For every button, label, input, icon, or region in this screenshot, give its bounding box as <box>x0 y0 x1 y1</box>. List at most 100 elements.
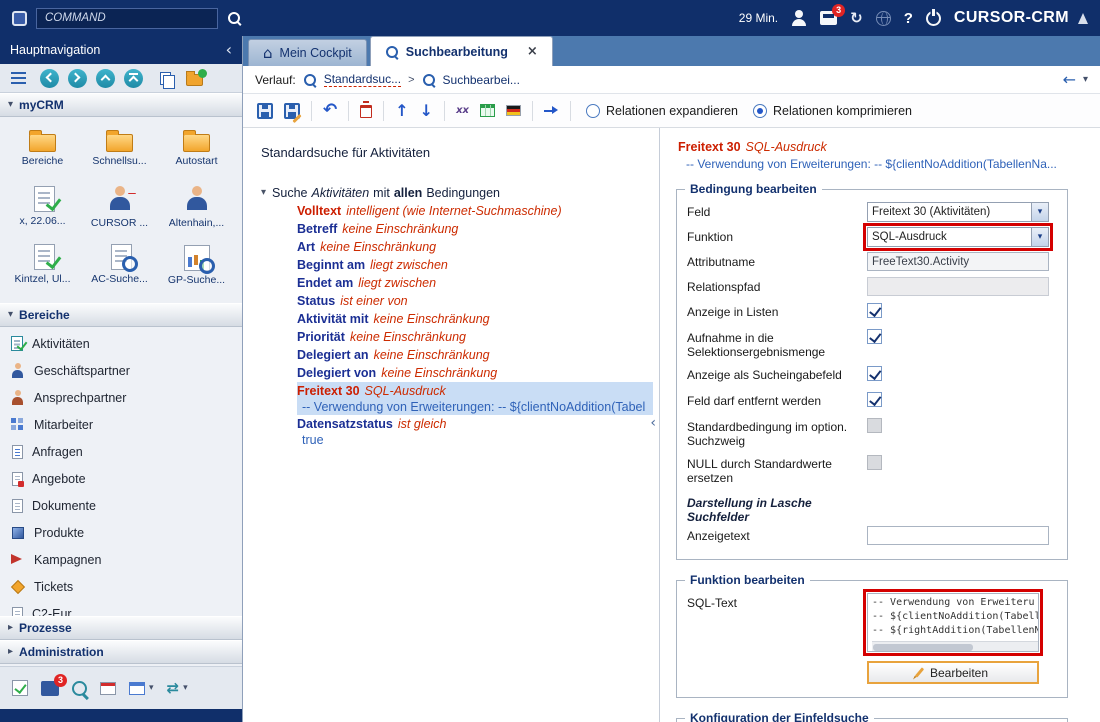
rename-icon[interactable]: xx <box>456 106 469 116</box>
funktion-select[interactable]: SQL-Ausdruck ▾ <box>867 227 1049 247</box>
sidebar-item[interactable]: Aktivitäten <box>0 330 242 357</box>
mycrm-item-icon <box>183 134 210 152</box>
dropdown-arrow-icon[interactable]: ▾ <box>1031 228 1048 246</box>
tab-suchbearbeitung[interactable]: Suchbearbeitung × <box>370 36 553 66</box>
tree-condition-row[interactable]: Beginnt amliegt zwischen <box>297 256 653 274</box>
tab-mein-cockpit[interactable]: ⌂ Mein Cockpit <box>248 39 367 66</box>
sidebar-item[interactable]: Mitarbeiter <box>0 411 242 438</box>
language-flag-icon[interactable] <box>506 105 521 116</box>
section-header-bereiche[interactable]: ▾ Bereiche <box>0 303 242 327</box>
section-header-administration[interactable]: ▸ Administration <box>0 640 242 664</box>
mycrm-item[interactable]: x, 22.06... <box>4 181 81 239</box>
move-down-icon[interactable]: ↓ <box>420 103 433 119</box>
web-search-icon[interactable] <box>72 681 87 696</box>
device-icon[interactable]: 3 <box>41 681 59 696</box>
help-icon[interactable]: ? <box>904 10 913 27</box>
move-up-icon[interactable]: ↑ <box>395 103 408 119</box>
tree-condition-row[interactable]: Aktivität mitkeine Einschränkung <box>297 310 653 328</box>
sidebar-item[interactable]: Anfragen <box>0 438 242 465</box>
sql-text-area[interactable]: -- Verwendung von Erweiteru-- ${clientNo… <box>867 593 1039 652</box>
tasks-icon[interactable] <box>12 680 28 696</box>
history-dropdown-icon[interactable]: ▾ <box>1083 75 1088 85</box>
sidebar-item[interactable]: C2-Eur... <box>0 600 242 616</box>
mycrm-item[interactable]: AC-Suche... <box>81 239 158 297</box>
tree-condition-row[interactable]: Artkeine Einschränkung <box>297 238 653 256</box>
sync-icon[interactable]: ⇄ <box>167 681 180 696</box>
dropdown-icon[interactable]: ▾ <box>183 684 188 693</box>
logout-icon[interactable] <box>926 11 941 26</box>
nav-up-icon[interactable] <box>96 69 115 88</box>
radio-relationen-expandieren[interactable]: Relationen expandieren <box>586 104 738 118</box>
user-icon[interactable] <box>791 10 807 26</box>
tree-condition-row[interactable]: Delegiert ankeine Einschränkung <box>297 346 653 364</box>
sidebar-item[interactable]: Kampagnen <box>0 546 242 573</box>
tree-condition-row[interactable]: Endet amliegt zwischen <box>297 274 653 292</box>
notifications-icon[interactable]: 3 <box>820 11 837 25</box>
command-input[interactable] <box>36 8 218 29</box>
checkbox[interactable] <box>867 455 882 470</box>
sidebar-item[interactable]: Angebote <box>0 465 242 492</box>
mycrm-item[interactable]: Bereiche <box>4 123 81 181</box>
sidebar-item[interactable]: Produkte <box>0 519 242 546</box>
sidebar-item[interactable]: Dokumente <box>0 492 242 519</box>
close-tab-icon[interactable]: × <box>527 45 538 58</box>
tree-condition-row[interactable]: Delegiert vonkeine Einschränkung <box>297 364 653 382</box>
bearbeiten-button[interactable]: Bearbeiten <box>867 661 1039 684</box>
section-header-prozesse[interactable]: ▸ Prozesse <box>0 616 242 640</box>
copy-icon[interactable] <box>160 72 171 85</box>
breadcrumb-item-standardsuche[interactable]: Standardsuc... <box>324 72 401 87</box>
mycrm-item[interactable]: Kintzel, Ul... <box>4 239 81 297</box>
mycrm-grid: Bereiche Schnellsu... Autostart x, 22.06… <box>0 117 242 303</box>
feld-select[interactable]: Freitext 30 (Aktivitäten) ▾ <box>867 202 1049 222</box>
checkbox[interactable] <box>867 366 882 381</box>
tree-condition-row[interactable]: Datensatzstatusist gleich true <box>297 415 653 448</box>
tree-condition-row[interactable]: Betreffkeine Einschränkung <box>297 220 653 238</box>
collapse-sidebar-icon[interactable]: ‹ <box>226 42 232 58</box>
nav-forward-icon[interactable] <box>68 69 87 88</box>
save-as-icon[interactable] <box>284 103 300 119</box>
tree-toggle-icon[interactable]: ▾ <box>261 188 266 198</box>
anzeigetext-input[interactable] <box>867 526 1049 545</box>
horizontal-scrollbar[interactable] <box>872 641 1038 651</box>
new-folder-icon[interactable] <box>186 74 203 86</box>
globe-icon[interactable] <box>876 11 891 26</box>
nav-back-icon[interactable] <box>40 69 59 88</box>
refresh-icon[interactable]: ↻ <box>850 11 863 26</box>
section-header-mycrm[interactable]: ▾ myCRM <box>0 93 242 117</box>
tree-condition-row[interactable]: Freitext 30SQL-Ausdruck -- Verwendung vo… <box>297 382 653 415</box>
delete-icon[interactable] <box>360 105 372 118</box>
dropdown-icon[interactable]: ▾ <box>149 684 154 693</box>
checkbox[interactable] <box>867 329 882 344</box>
mycrm-item[interactable]: Schnellsu... <box>81 123 158 181</box>
pin-icon[interactable] <box>544 105 559 117</box>
save-icon[interactable] <box>257 103 273 119</box>
menu-icon[interactable] <box>11 72 26 75</box>
tree-condition-row[interactable]: Statusist einer von <box>297 292 653 310</box>
mycrm-item[interactable]: Altenhain,... <box>158 181 235 239</box>
sidebar-item[interactable]: Ansprechpartner <box>0 384 242 411</box>
condition-field-name: Endet am <box>297 276 353 290</box>
mycrm-item[interactable]: Autostart <box>158 123 235 181</box>
undo-icon[interactable]: ↶ <box>323 102 337 119</box>
radio-relationen-komprimieren[interactable]: Relationen komprimieren <box>753 104 912 118</box>
tree-condition-row[interactable]: Prioritätkeine Einschränkung <box>297 328 653 346</box>
collapse-panel-icon[interactable]: ‹ <box>650 416 656 430</box>
new-window-icon[interactable] <box>129 682 145 695</box>
checkbox[interactable] <box>867 418 882 433</box>
checkbox[interactable] <box>867 303 882 318</box>
nav-home-icon[interactable] <box>124 69 143 88</box>
result-table-icon[interactable] <box>480 104 495 117</box>
scrollbar-thumb[interactable] <box>873 644 973 651</box>
search-icon[interactable] <box>227 11 241 25</box>
option-row: Standardbedingung im option. Suchzweig <box>687 417 1057 448</box>
tree-condition-row[interactable]: Volltextintelligent (wie Internet-Suchma… <box>297 202 653 220</box>
timesheet-icon[interactable] <box>100 682 116 695</box>
tree-root[interactable]: ▾ Suche Aktivitäten mit allen Bedingunge… <box>261 184 653 202</box>
history-back-icon[interactable]: ← <box>1063 72 1076 88</box>
mycrm-item[interactable]: GP-Suche... <box>158 239 235 297</box>
checkbox[interactable] <box>867 392 882 407</box>
mycrm-item[interactable]: CURSOR ... <box>81 181 158 239</box>
sidebar-item[interactable]: Tickets <box>0 573 242 600</box>
sidebar-item[interactable]: Geschäftspartner <box>0 357 242 384</box>
dropdown-arrow-icon[interactable]: ▾ <box>1031 203 1048 221</box>
